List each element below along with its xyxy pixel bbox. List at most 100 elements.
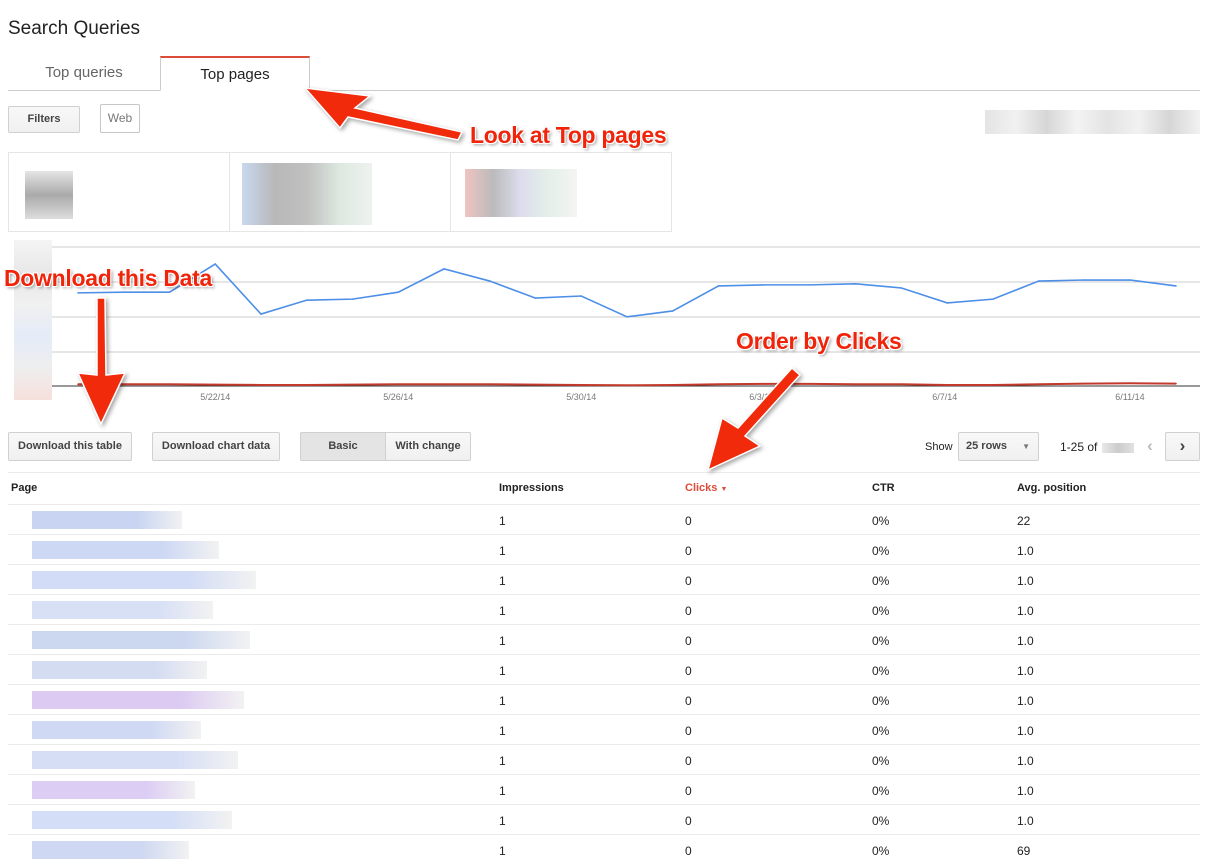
cell-avg-position: 1.0	[1017, 544, 1034, 558]
x-tick-label: 5/26/14	[383, 392, 414, 402]
cell-avg-position: 1.0	[1017, 604, 1034, 618]
data-point	[260, 384, 262, 386]
data-point	[443, 383, 445, 386]
data-point	[214, 263, 217, 265]
page-url-blurred[interactable]	[32, 601, 213, 619]
table-row: 1 0 0% 1.0	[8, 654, 1200, 684]
page-url-blurred[interactable]	[32, 511, 182, 529]
cell-impressions: 1	[499, 694, 506, 708]
impressions-series-line	[77, 262, 1177, 318]
data-point	[626, 316, 628, 318]
filters-button[interactable]: Filters	[8, 106, 80, 133]
cell-ctr: 0%	[872, 694, 890, 708]
cell-avg-position: 1.0	[1017, 574, 1034, 588]
x-tick-label: 6/11/14	[1115, 392, 1145, 402]
annotation-order-by-clicks: Order by Clicks	[736, 328, 902, 354]
pagination-range: 1-25 of	[1060, 440, 1098, 454]
table-row: 1 0 0% 1.0	[8, 564, 1200, 594]
metric-card-clicks[interactable]	[451, 153, 671, 231]
data-point	[1175, 382, 1177, 385]
download-chart-data-button[interactable]: Download chart data	[152, 432, 280, 461]
table-row: 1 0 0% 1.0	[8, 594, 1200, 624]
cell-avg-position: 1.0	[1017, 634, 1034, 648]
page-url-blurred[interactable]	[32, 841, 189, 859]
table-row: 1 0 0% 1.0	[8, 534, 1200, 564]
data-point	[534, 383, 537, 386]
data-point	[534, 297, 537, 299]
next-page-button[interactable]: ›	[1165, 432, 1200, 461]
table-row: 1 0 0% 22	[8, 504, 1200, 534]
table-row: 1 0 0% 1.0	[8, 744, 1200, 774]
cell-ctr: 0%	[872, 574, 890, 588]
page-url-blurred[interactable]	[32, 631, 250, 649]
with-change-view-button[interactable]: With change	[385, 432, 471, 461]
page-url-blurred[interactable]	[32, 781, 195, 799]
cell-ctr: 0%	[872, 814, 890, 828]
data-point	[1037, 280, 1040, 282]
cell-ctr: 0%	[872, 754, 890, 768]
page-url-blurred[interactable]	[32, 691, 244, 709]
data-point	[580, 384, 583, 386]
data-point	[717, 383, 720, 386]
metric-card-impressions[interactable]	[230, 153, 451, 231]
chevron-left-icon: ‹	[1147, 436, 1153, 455]
page-url-blurred[interactable]	[32, 721, 201, 739]
cell-impressions: 1	[499, 664, 506, 678]
cell-clicks: 0	[685, 694, 692, 708]
page-url-blurred[interactable]	[32, 661, 207, 679]
prev-page-button[interactable]: ‹	[1134, 432, 1166, 461]
column-header-ctr[interactable]: CTR	[872, 482, 895, 494]
page-url-blurred[interactable]	[32, 571, 256, 589]
cell-impressions: 1	[499, 844, 506, 858]
data-point	[900, 383, 903, 386]
arrow-to-top-pages-icon	[303, 87, 464, 141]
cell-avg-position: 1.0	[1017, 694, 1034, 708]
cell-ctr: 0%	[872, 664, 890, 678]
cell-clicks: 0	[685, 664, 692, 678]
web-filter-pill[interactable]: Web	[100, 104, 140, 133]
page-title: Search Queries	[8, 18, 141, 39]
dropdown-arrow-icon: ▼	[1022, 442, 1030, 451]
table-row: 1 0 0% 1.0	[8, 804, 1200, 834]
tab-top-queries[interactable]: Top queries	[8, 56, 160, 91]
date-range-blurred[interactable]	[985, 110, 1200, 134]
data-point	[214, 383, 217, 386]
page-url-blurred[interactable]	[32, 811, 232, 829]
cell-clicks: 0	[685, 574, 692, 588]
column-header-clicks[interactable]: Clicks ▼	[685, 482, 727, 494]
cell-avg-position: 22	[1017, 514, 1031, 528]
table-row: 1 0 0% 1.0	[8, 684, 1200, 714]
data-point	[809, 284, 811, 286]
data-point	[397, 383, 400, 386]
column-header-page[interactable]: Page	[11, 482, 37, 494]
metric-card-queries[interactable]	[9, 153, 230, 231]
tab-top-pages[interactable]: Top pages	[160, 56, 310, 91]
data-point	[1175, 285, 1177, 287]
data-point	[77, 383, 79, 386]
rows-per-page-select[interactable]: 25 rows ▼	[958, 432, 1039, 461]
cell-clicks: 0	[685, 844, 692, 858]
page-url-blurred[interactable]	[32, 751, 238, 769]
data-point	[946, 302, 949, 304]
cell-clicks: 0	[685, 604, 692, 618]
download-table-button[interactable]: Download this table	[8, 432, 132, 461]
data-point	[305, 384, 308, 386]
sort-desc-icon: ▼	[720, 486, 728, 493]
data-point	[77, 292, 79, 294]
data-point	[1037, 383, 1040, 386]
data-point	[854, 283, 857, 285]
data-point	[671, 310, 674, 312]
cell-clicks: 0	[685, 724, 692, 738]
x-tick-label: 5/30/14	[566, 392, 597, 402]
data-point	[1083, 279, 1086, 281]
page-url-blurred[interactable]	[32, 541, 219, 559]
column-header-avg-position[interactable]: Avg. position	[1017, 482, 1086, 494]
cell-avg-position: 1.0	[1017, 754, 1034, 768]
column-header-impressions[interactable]: Impressions	[499, 482, 564, 494]
table-row: 1 0 0% 1.0	[8, 624, 1200, 654]
data-point	[900, 287, 903, 289]
basic-view-button[interactable]: Basic	[300, 432, 386, 461]
cell-impressions: 1	[499, 634, 506, 648]
data-point	[1083, 382, 1086, 385]
data-point	[763, 383, 766, 385]
